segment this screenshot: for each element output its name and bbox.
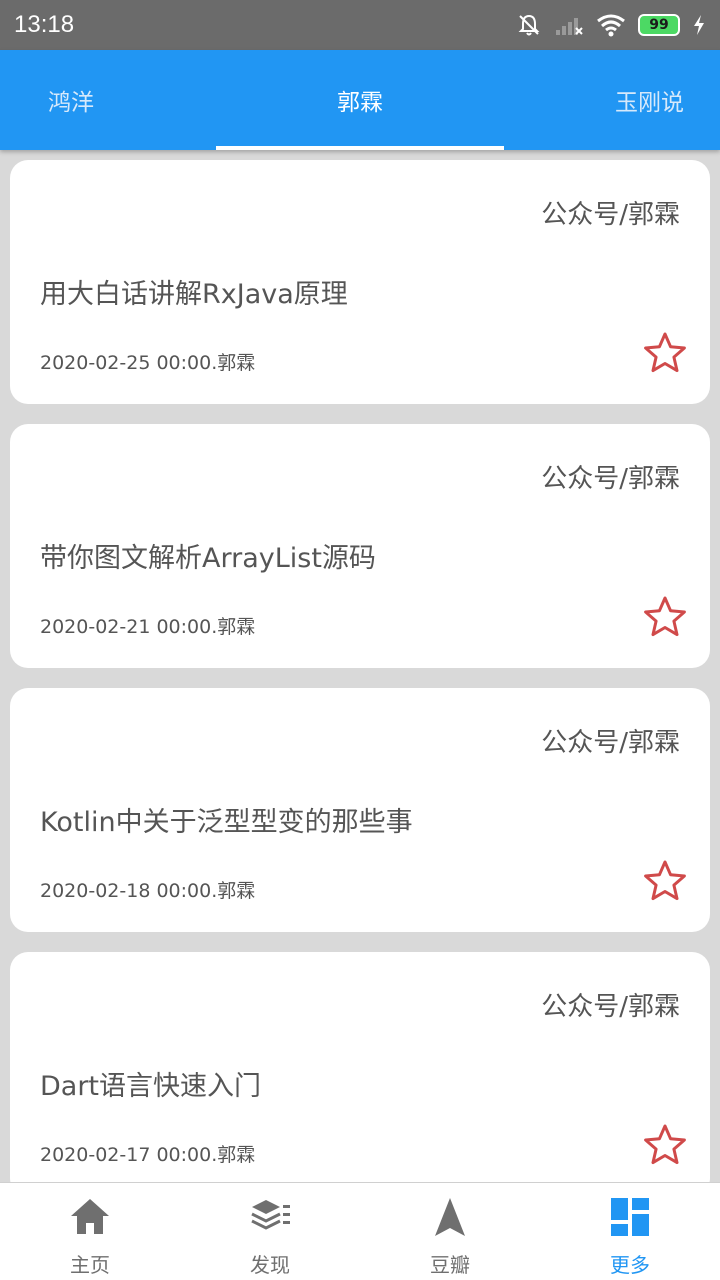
article-source: 公众号/郭霖 xyxy=(541,992,680,1022)
home-icon xyxy=(71,1199,109,1234)
nav-discover[interactable]: 发现 xyxy=(180,1183,360,1280)
nav-douban[interactable]: 豆瓣 xyxy=(360,1183,540,1280)
article-list[interactable]: 公众号/郭霖 用大白话讲解RxJava原理 2020-02-25 00:00.郭… xyxy=(0,150,720,1182)
nav-more[interactable]: 更多 xyxy=(540,1183,720,1280)
bell-off-icon xyxy=(516,12,542,38)
tab-hongyang[interactable]: 鸿洋 xyxy=(48,50,94,150)
wifi-icon xyxy=(596,13,626,37)
dashboard-icon xyxy=(611,1198,649,1236)
article-date-author: 2020-02-17 00:00.郭霖 xyxy=(40,1144,256,1166)
article-title: 用大白话讲解RxJava原理 xyxy=(40,279,348,310)
nav-discover-label: 发现 xyxy=(250,1253,290,1277)
bottom-nav: 主页 发现 豆瓣 更多 xyxy=(0,1182,720,1280)
article-title: Kotlin中关于泛型型变的那些事 xyxy=(40,807,413,838)
star-icon[interactable] xyxy=(642,594,688,640)
star-icon[interactable] xyxy=(642,330,688,376)
tab-indicator xyxy=(216,146,504,150)
nav-more-label: 更多 xyxy=(610,1253,650,1277)
tab-guolin[interactable]: 郭霖 xyxy=(216,50,504,150)
nav-home-label: 主页 xyxy=(70,1253,110,1277)
article-title: Dart语言快速入门 xyxy=(40,1071,262,1102)
nav-home[interactable]: 主页 xyxy=(0,1183,180,1280)
charging-icon xyxy=(692,14,706,36)
status-bar: 13:18 99 xyxy=(0,0,720,50)
article-title: 带你图文解析ArrayList源码 xyxy=(40,543,376,574)
article-date-author: 2020-02-21 00:00.郭霖 xyxy=(40,616,256,638)
star-icon[interactable] xyxy=(642,1122,688,1168)
star-icon[interactable] xyxy=(642,858,688,904)
article-card[interactable]: 公众号/郭霖 带你图文解析ArrayList源码 2020-02-21 00:0… xyxy=(10,424,710,668)
article-card[interactable]: 公众号/郭霖 Kotlin中关于泛型型变的那些事 2020-02-18 00:0… xyxy=(10,688,710,932)
battery-icon: 99 xyxy=(638,14,680,36)
status-icons: 99 xyxy=(516,12,706,38)
article-source: 公众号/郭霖 xyxy=(541,728,680,758)
tab-yugangshuo[interactable]: 玉刚说 xyxy=(615,50,684,150)
article-source: 公众号/郭霖 xyxy=(541,200,680,230)
signal-icon xyxy=(554,14,584,36)
layers-icon xyxy=(251,1200,290,1230)
article-card[interactable]: 公众号/郭霖 Dart语言快速入门 2020-02-17 00:00.郭霖 xyxy=(10,952,710,1182)
tab-bar: 鸿洋 郭霖 玉刚说 xyxy=(0,50,720,150)
article-source: 公众号/郭霖 xyxy=(541,464,680,494)
nav-douban-label: 豆瓣 xyxy=(430,1253,470,1277)
article-date-author: 2020-02-25 00:00.郭霖 xyxy=(40,352,256,374)
navigation-arrow-icon xyxy=(435,1198,465,1236)
status-time: 13:18 xyxy=(14,11,75,38)
article-date-author: 2020-02-18 00:00.郭霖 xyxy=(40,880,256,902)
article-card[interactable]: 公众号/郭霖 用大白话讲解RxJava原理 2020-02-25 00:00.郭… xyxy=(10,160,710,404)
